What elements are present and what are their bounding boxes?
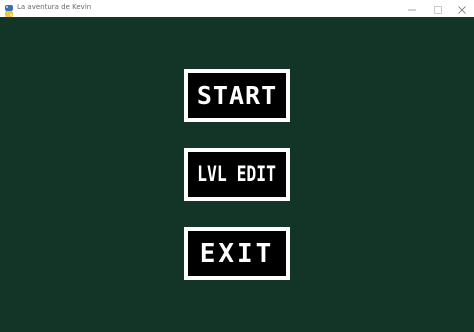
level-editor-button-label: LVL EDIT [197, 162, 277, 186]
title-bar[interactable]: La aventura de Kevin [0, 0, 474, 17]
window-title: La aventura de Kevin [17, 3, 92, 11]
close-button[interactable] [448, 0, 474, 17]
minimize-icon [408, 0, 416, 18]
python-icon [4, 2, 14, 17]
game-canvas: START LVL EDIT EXIT [0, 17, 474, 332]
app-window: La aventura de Kevin START LVL EDIT EXIT [0, 0, 474, 332]
exit-button-label: EXIT [199, 238, 275, 269]
close-icon [458, 0, 466, 18]
minimize-button[interactable] [398, 0, 426, 17]
exit-button[interactable]: EXIT [184, 227, 290, 280]
start-button[interactable]: START [184, 69, 290, 122]
level-editor-button[interactable]: LVL EDIT [184, 148, 290, 201]
start-button-label: START [196, 81, 278, 110]
maximize-icon [434, 0, 442, 18]
